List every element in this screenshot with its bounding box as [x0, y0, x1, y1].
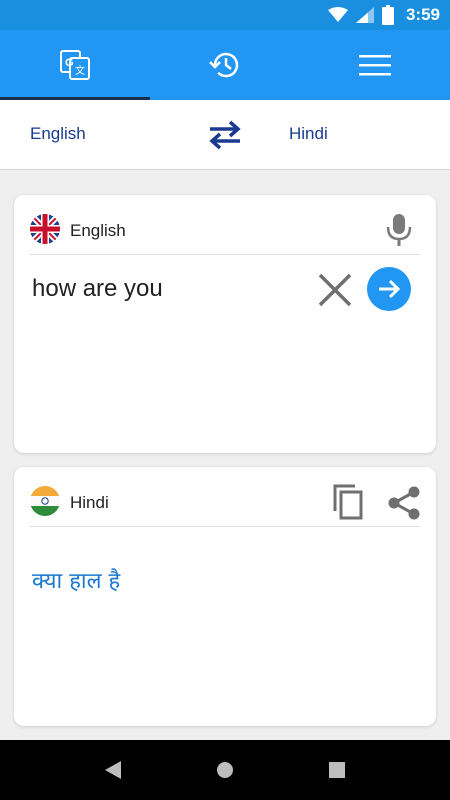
navigation-bar: [0, 740, 450, 800]
status-bar: 3:59: [0, 0, 450, 30]
battery-icon: [381, 5, 394, 25]
output-language-label: Hindi: [70, 493, 109, 512]
arrow-right-icon: [379, 279, 401, 299]
microphone-icon[interactable]: [384, 213, 414, 247]
home-icon[interactable]: [213, 758, 237, 782]
input-language-label: English: [70, 221, 126, 240]
tab-bar: G 文: [0, 30, 450, 100]
back-icon[interactable]: [101, 758, 125, 782]
status-time: 3:59: [405, 5, 440, 24]
svg-text:G: G: [65, 57, 74, 69]
svg-text:文: 文: [75, 64, 85, 77]
output-text: क्या हाल है: [32, 569, 121, 594]
input-text[interactable]: how are you: [32, 275, 163, 303]
translate-icon: G 文: [60, 50, 90, 80]
input-card: English how are you: [14, 195, 436, 453]
copy-icon[interactable]: [331, 483, 365, 521]
menu-icon: [359, 55, 391, 76]
share-icon[interactable]: [386, 485, 422, 521]
status-icons: 3:59: [327, 0, 440, 30]
target-language-selector[interactable]: Hindi: [289, 124, 328, 144]
translate-button[interactable]: [367, 267, 411, 311]
history-icon: [209, 52, 239, 78]
tab-menu[interactable]: [300, 30, 450, 100]
source-language-selector[interactable]: English: [30, 124, 86, 144]
signal-icon: [355, 7, 374, 23]
recents-icon[interactable]: [325, 758, 349, 782]
swap-icon[interactable]: [206, 119, 244, 151]
india-flag-icon: [30, 486, 60, 516]
wifi-icon: [327, 7, 348, 22]
clear-icon[interactable]: [316, 271, 354, 309]
tab-translate[interactable]: G 文: [0, 30, 150, 100]
uk-flag-icon: [30, 214, 60, 244]
tab-history[interactable]: [150, 30, 300, 100]
output-card: Hindi क्या हाल है: [14, 467, 436, 726]
